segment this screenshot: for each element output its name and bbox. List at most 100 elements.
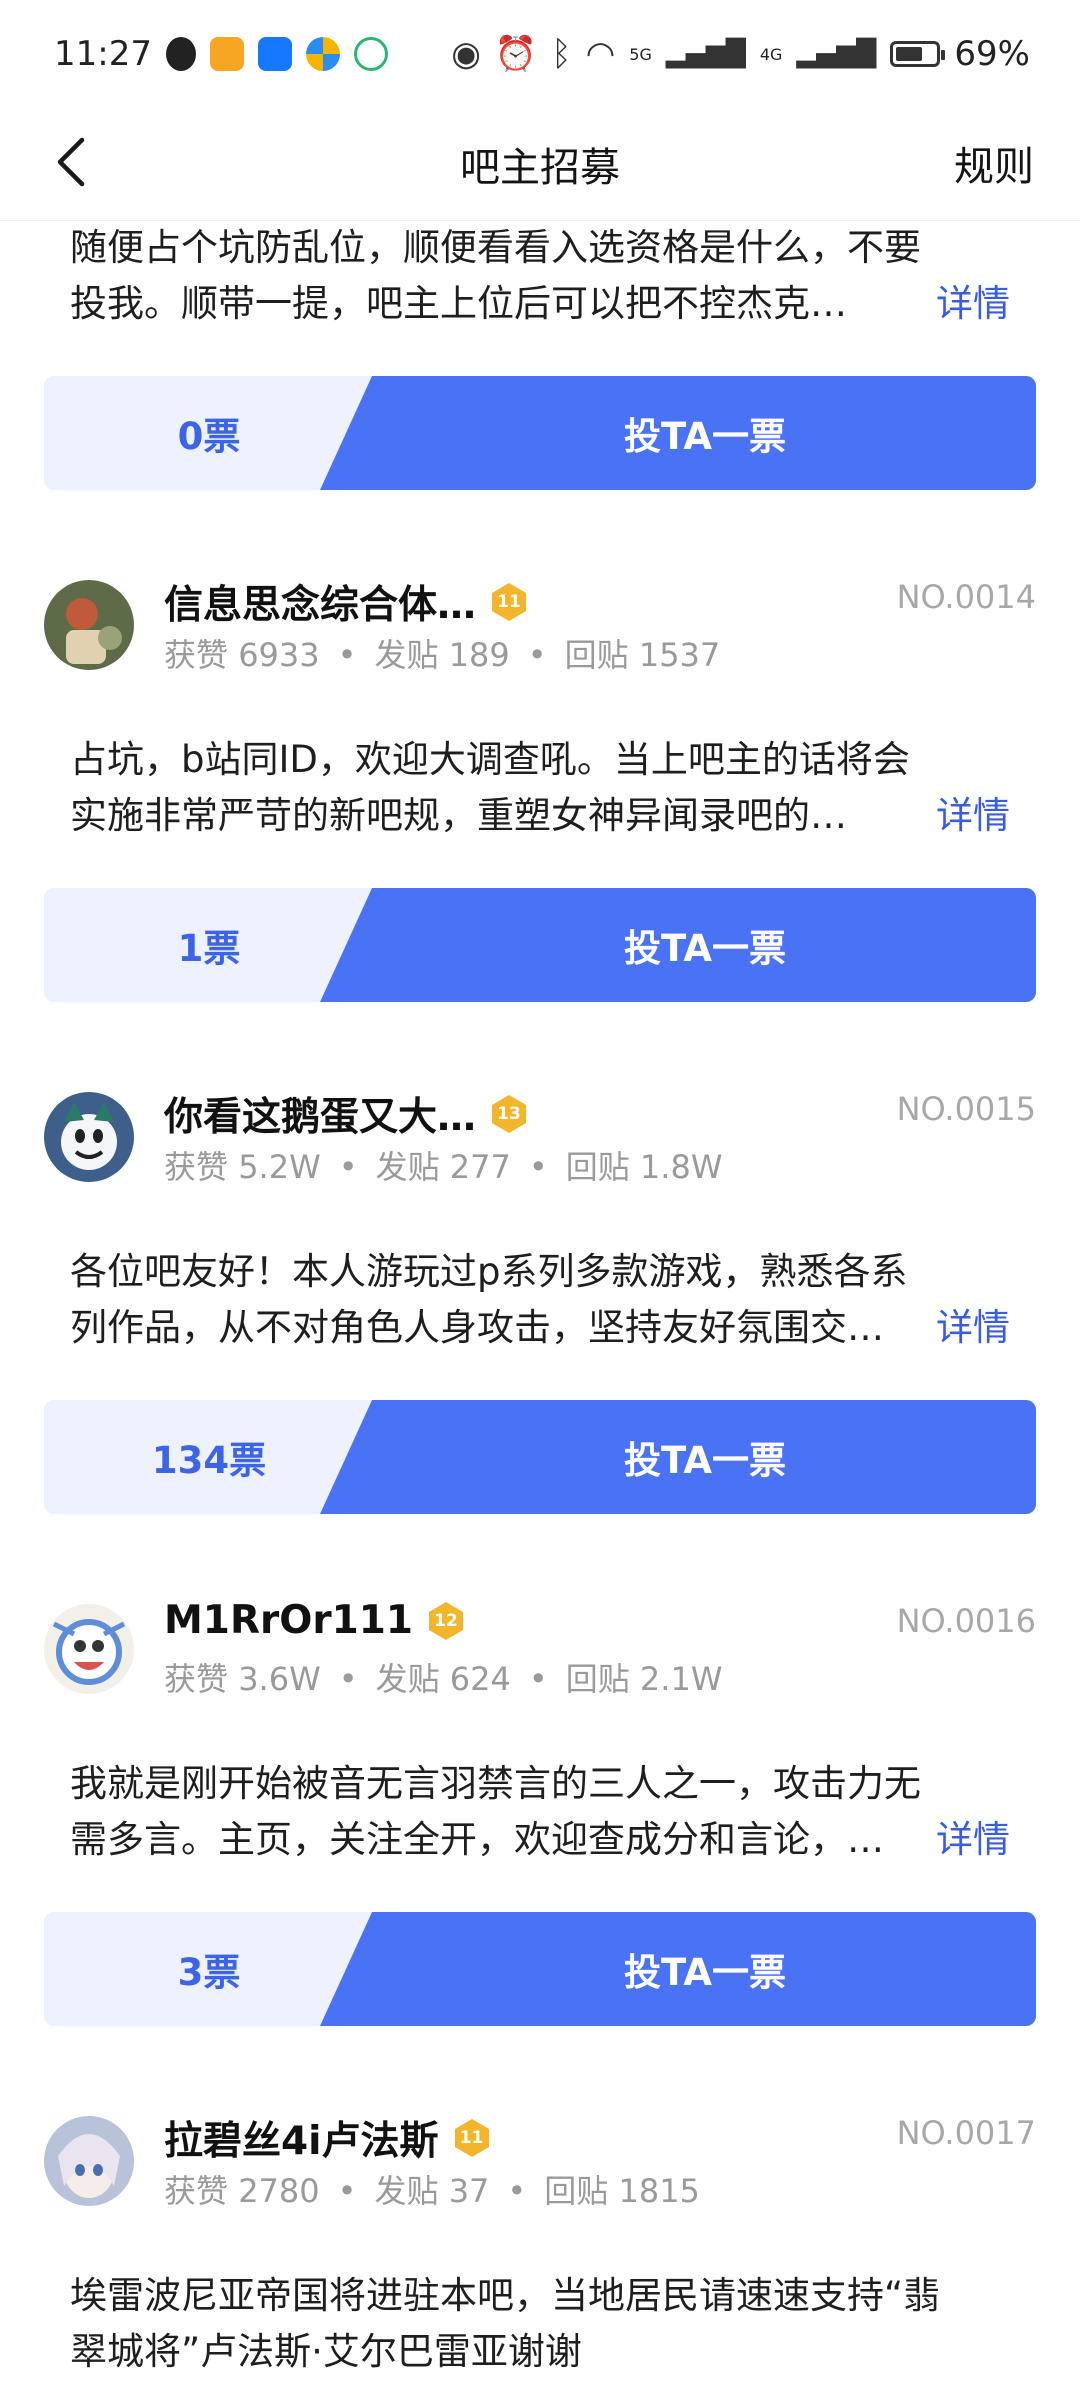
status-bar: 11:27 ◉ ⏰ ᛒ ◠ 5G ▂▄▆█ 4G ▂▄▆█ 69% <box>0 0 1080 108</box>
candidate-header[interactable]: 拉碧丝4i卢法斯 11 获赞 2780 • 发贴 37 • 回贴 1815 NO.001… <box>44 2114 1036 2216</box>
posts-value: 277 <box>449 1148 511 1186</box>
vote-count: 1票 <box>177 927 241 970</box>
signal-4g-icon: ▂▄▆█ <box>796 39 877 69</box>
eye-icon: ◉ <box>451 34 481 74</box>
replies-label: 回贴 <box>544 2172 609 2210</box>
likes-value: 2780 <box>238 2172 320 2210</box>
level-badge: 13 <box>488 1093 530 1135</box>
battery-fill <box>896 47 923 61</box>
likes-label: 获赞 <box>164 636 229 674</box>
replies-value: 1.8W <box>639 1148 723 1186</box>
candidate-description: 随便占个坑防乱位，顺便看看入选资格是什么，不要 投我。顺带一提，吧主上位后可以把… <box>70 220 1010 332</box>
username[interactable]: 你看这鹅蛋又大… <box>164 1086 476 1142</box>
candidate-description: 我就是刚开始被音无言羽禁言的三人之一，攻击力无 需多言。主页，关注全开，欢迎查成… <box>70 1756 1010 1868</box>
alipay-icon <box>257 37 292 71</box>
signal-5g-label: 5G <box>629 44 652 64</box>
replies-value: 1537 <box>638 636 721 674</box>
posts-label: 发贴 <box>374 2172 439 2210</box>
replies-value: 1815 <box>618 2172 700 2210</box>
user-stats: 获赞 3.6W • 发贴 624 • 回贴 2.1W <box>164 1660 723 1698</box>
level-number: 13 <box>497 1104 521 1124</box>
detail-link[interactable]: 详情 <box>920 276 1010 332</box>
description-line-1: 埃雷波尼亚帝国将进驻本吧，当地居民请速速支持“翡 <box>70 2274 941 2317</box>
candidate-description: 埃雷波尼亚帝国将进驻本吧，当地居民请速速支持“翡 翠城将”卢法斯·艾尔巴雷亚谢谢 <box>70 2268 1010 2380</box>
qq-icon <box>165 37 196 71</box>
battery-percent: 69% <box>954 34 1030 74</box>
candidate-number: NO.0017 <box>896 2114 1036 2152</box>
username[interactable]: 信息思念综合体… <box>164 574 476 630</box>
status-left: 11:27 <box>54 34 388 74</box>
vote-button[interactable]: 投TA一票 <box>320 888 1036 1002</box>
avatar-image <box>44 2116 134 2206</box>
posts-value: 37 <box>448 2172 490 2210</box>
security-icon <box>353 37 388 71</box>
avatar[interactable] <box>44 2116 134 2206</box>
description-line-2-text: 投我。顺带一提，吧主上位后可以把不控杰克… <box>70 282 847 325</box>
description-line-2: 翠城将”卢法斯·艾尔巴雷亚谢谢 <box>70 2330 582 2373</box>
pinwheel-icon <box>305 37 340 71</box>
alarm-icon: ⏰ <box>494 34 538 74</box>
replies-label: 回贴 <box>564 636 629 674</box>
wifi-icon: ◠ <box>585 34 616 74</box>
vote-button[interactable]: 投TA一票 <box>320 1912 1036 2026</box>
back-button[interactable] <box>40 130 104 194</box>
level-number: 11 <box>497 592 521 612</box>
signal-4g-label: 4G <box>759 44 783 64</box>
status-right: ◉ ⏰ ᛒ ◠ 5G ▂▄▆█ 4G ▂▄▆█ 69% <box>451 34 1030 74</box>
description-line-2-text: 列作品，从不对角色人身攻击，坚持友好氛围交… <box>70 1306 884 1349</box>
avatar[interactable] <box>44 580 134 670</box>
candidate-number: NO.0014 <box>896 578 1036 616</box>
description-line-1: 各位吧友好！本人游玩过p系列多款游戏，熟悉各系 <box>70 1250 908 1293</box>
chevron-left-icon <box>57 137 85 187</box>
bluetooth-icon: ᛒ <box>551 34 572 74</box>
posts-label: 发贴 <box>374 636 439 674</box>
description-line-1: 随便占个坑防乱位，顺便看看入选资格是什么，不要 <box>70 226 921 269</box>
description-line-2: 实施非常严苛的新吧规，重塑女神异闻录吧的… 详情 <box>70 788 1010 844</box>
candidate-header[interactable]: M1RrOr111 12 获赞 3.6W • 发贴 624 • 回贴 2.1W NO.0… <box>44 1598 1036 1704</box>
username[interactable]: 拉碧丝4i卢法斯 <box>164 2110 439 2166</box>
vote-bar: 0票 投TA一票 <box>44 376 1036 490</box>
rules-link[interactable]: 规则 <box>954 134 1034 192</box>
description-line-2-text: 需多言。主页，关注全开，欢迎查成分和言论，… <box>70 1818 884 1861</box>
level-number: 11 <box>459 2128 484 2148</box>
avatar-image <box>44 1092 134 1182</box>
candidate-number: NO.0015 <box>896 1090 1036 1128</box>
detail-link[interactable]: 详情 <box>920 1300 1010 1356</box>
likes-label: 获赞 <box>164 2172 229 2210</box>
posts-value: 189 <box>448 636 510 674</box>
posts-label: 发贴 <box>375 1148 440 1186</box>
candidate-number: NO.0016 <box>896 1602 1036 1640</box>
vote-bar: 1票 投TA一票 <box>44 888 1036 1002</box>
taobao-icon <box>209 37 244 71</box>
description-line-2: 列作品，从不对角色人身攻击，坚持友好氛围交… 详情 <box>70 1300 1010 1356</box>
detail-link[interactable]: 详情 <box>920 788 1010 844</box>
avatar[interactable] <box>44 1092 134 1182</box>
username-wrap: 你看这鹅蛋又大… 13 <box>164 1086 530 1142</box>
vote-button[interactable]: 投TA一票 <box>320 1400 1036 1514</box>
user-stats: 获赞 2780 • 发贴 37 • 回贴 1815 <box>164 2172 700 2210</box>
candidate-description: 占坑，b站同ID，欢迎大调查吼。当上吧主的话将会 实施非常严苛的新吧规，重塑女神… <box>70 732 1010 844</box>
username[interactable]: M1RrOr111 <box>164 1598 413 1643</box>
username-wrap: 信息思念综合体… 11 <box>164 574 530 630</box>
replies-label: 回贴 <box>565 1660 630 1698</box>
candidate-header[interactable]: 信息思念综合体… 11 获赞 6933 • 发贴 189 • 回贴 1537 NO.00… <box>44 578 1036 680</box>
signal-5g-icon: ▂▄▆█ <box>665 39 746 69</box>
vote-button[interactable]: 投TA一票 <box>320 376 1036 490</box>
posts-value: 624 <box>449 1660 511 1698</box>
description-line-2: 需多言。主页，关注全开，欢迎查成分和言论，… 详情 <box>70 1812 1010 1868</box>
detail-link[interactable]: 详情 <box>920 1812 1010 1868</box>
likes-label: 获赞 <box>164 1148 229 1186</box>
username-wrap: M1RrOr111 12 <box>164 1598 467 1643</box>
level-badge: 11 <box>488 581 530 623</box>
avatar[interactable] <box>44 1604 134 1694</box>
vote-count: 0票 <box>177 415 241 458</box>
candidate-header[interactable]: 你看这鹅蛋又大… 13 获赞 5.2W • 发贴 277 • 回贴 1.8W NO.00… <box>44 1090 1036 1192</box>
likes-label: 获赞 <box>164 1660 229 1698</box>
level-badge: 11 <box>451 2117 493 2159</box>
vote-bar: 3票 投TA一票 <box>44 1912 1036 2026</box>
battery-icon <box>890 41 946 67</box>
avatar-image <box>44 1604 134 1694</box>
description-line-1: 占坑，b站同ID，欢迎大调查吼。当上吧主的话将会 <box>70 738 910 781</box>
vote-count: 134票 <box>151 1439 267 1482</box>
level-badge: 12 <box>425 1600 467 1642</box>
